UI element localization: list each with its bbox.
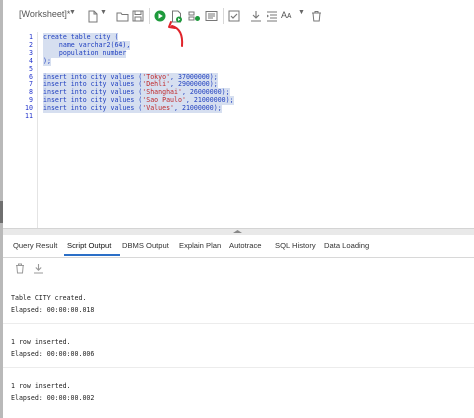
code-token: );	[225, 96, 234, 105]
tab-script-output[interactable]: Script Output	[67, 241, 111, 250]
code-token: 37000000	[178, 72, 210, 81]
line-number: 6	[29, 72, 33, 81]
worksheet-toolbar: [Worksheet]* ▼ ▼ Aᴀ ▼	[3, 0, 474, 32]
code-token: population number	[43, 48, 127, 57]
code-token: 'Sao Paulo'	[142, 96, 186, 105]
code-token: insert into city values (	[43, 72, 143, 81]
code-line[interactable]: );	[43, 56, 51, 66]
output-toolbar	[3, 258, 474, 276]
code-token: );	[209, 72, 218, 81]
output-divider	[3, 323, 474, 324]
save-icon[interactable]	[131, 9, 145, 23]
output-line: Elapsed: 00:00:00.006	[11, 350, 95, 358]
output-divider	[3, 367, 474, 368]
code-token: );	[43, 56, 51, 65]
tab-explain-plan[interactable]: Explain Plan	[179, 241, 221, 250]
active-tab-indicator	[64, 254, 120, 256]
sql-editor[interactable]: 1 2 3 4 5 6 7 8 9 10 11 create table city ( name v…	[3, 32, 474, 228]
output-line: Elapsed: 00:00:00.018	[11, 306, 95, 314]
tab-sql-history[interactable]: SQL History	[275, 241, 316, 250]
format-icon[interactable]	[265, 9, 279, 23]
toolbar-divider	[223, 8, 224, 24]
line-number: 11	[25, 112, 33, 120]
annotation-arrow-icon	[168, 21, 184, 47]
tab-query-result[interactable]: Query Result	[13, 241, 57, 250]
code-token: insert into city values (	[43, 88, 143, 97]
code-token: 'Dehli'	[142, 80, 171, 89]
code-token: 'Shanghai'	[142, 88, 182, 97]
output-line: Elapsed: 00:00:00.002	[11, 394, 95, 402]
autotrace-icon[interactable]	[204, 9, 218, 23]
code-line[interactable]: insert into city values ('Values', 21000…	[43, 104, 222, 114]
line-number: 5	[29, 64, 33, 73]
code-token: 29000000	[178, 80, 210, 89]
code-token: name varchar2(64),	[43, 40, 131, 49]
script-output-panel: Table CITY created. Elapsed: 00:00:00.018…	[3, 277, 474, 418]
line-number: 4	[29, 56, 33, 65]
line-number: 10	[25, 104, 33, 113]
tab-data-loading[interactable]: Data Loading	[324, 241, 369, 250]
line-number: 1	[29, 33, 33, 41]
trash-icon[interactable]	[309, 9, 323, 23]
open-file-icon[interactable]	[115, 9, 129, 23]
code-token: 21000000	[193, 96, 226, 105]
output-line: 1 row inserted.	[11, 338, 71, 346]
code-token: insert into city values (	[43, 104, 143, 113]
chevron-down-icon[interactable]: ▼	[100, 9, 107, 16]
tab-dbms-output[interactable]: DBMS Output	[122, 241, 169, 250]
commit-icon[interactable]	[227, 9, 241, 23]
code-token: 'Values'	[142, 104, 175, 113]
line-number: 8	[29, 88, 33, 97]
clear-output-icon[interactable]	[15, 261, 27, 274]
line-number-gutter: 1 2 3 4 5 6 7 8 9 10 11	[3, 32, 38, 228]
download-icon[interactable]	[33, 261, 45, 274]
download-icon[interactable]	[249, 9, 263, 23]
code-token: ,	[174, 104, 182, 113]
code-token: );	[209, 80, 218, 89]
toolbar-divider	[149, 8, 150, 24]
code-token: ,	[181, 88, 190, 97]
code-token: insert into city values (	[43, 80, 143, 89]
code-token: );	[221, 88, 230, 97]
new-worksheet-icon[interactable]	[86, 9, 100, 23]
chevron-down-icon[interactable]: ▼	[298, 9, 305, 16]
tab-autotrace[interactable]: Autotrace	[229, 241, 262, 250]
code-token: ,	[170, 72, 178, 81]
code-token: 21000000	[181, 104, 214, 113]
code-token: insert into city values (	[43, 96, 143, 105]
output-line: 1 row inserted.	[11, 382, 71, 390]
code-token: );	[213, 104, 222, 113]
code-token: 'Tokyo'	[142, 72, 171, 81]
code-token: ,	[170, 80, 178, 89]
output-tabs: Query Result Script Output DBMS Output Expl…	[3, 235, 474, 258]
splitter-handle-icon[interactable]	[233, 230, 242, 233]
line-number: 9	[29, 96, 33, 105]
worksheet-selector[interactable]: [Worksheet]*	[19, 9, 70, 19]
line-number: 3	[29, 48, 33, 57]
chevron-down-icon[interactable]: ▼	[69, 9, 76, 16]
code-token: 26000000	[189, 88, 222, 97]
line-number: 2	[29, 40, 33, 49]
font-size-button[interactable]: Aᴀ	[281, 10, 291, 20]
line-number: 7	[29, 80, 33, 89]
code-token: ,	[185, 96, 194, 105]
code-line[interactable]: population number	[43, 48, 127, 58]
code-token: create table city (	[43, 33, 119, 41]
output-line: Table CITY created.	[11, 294, 87, 302]
